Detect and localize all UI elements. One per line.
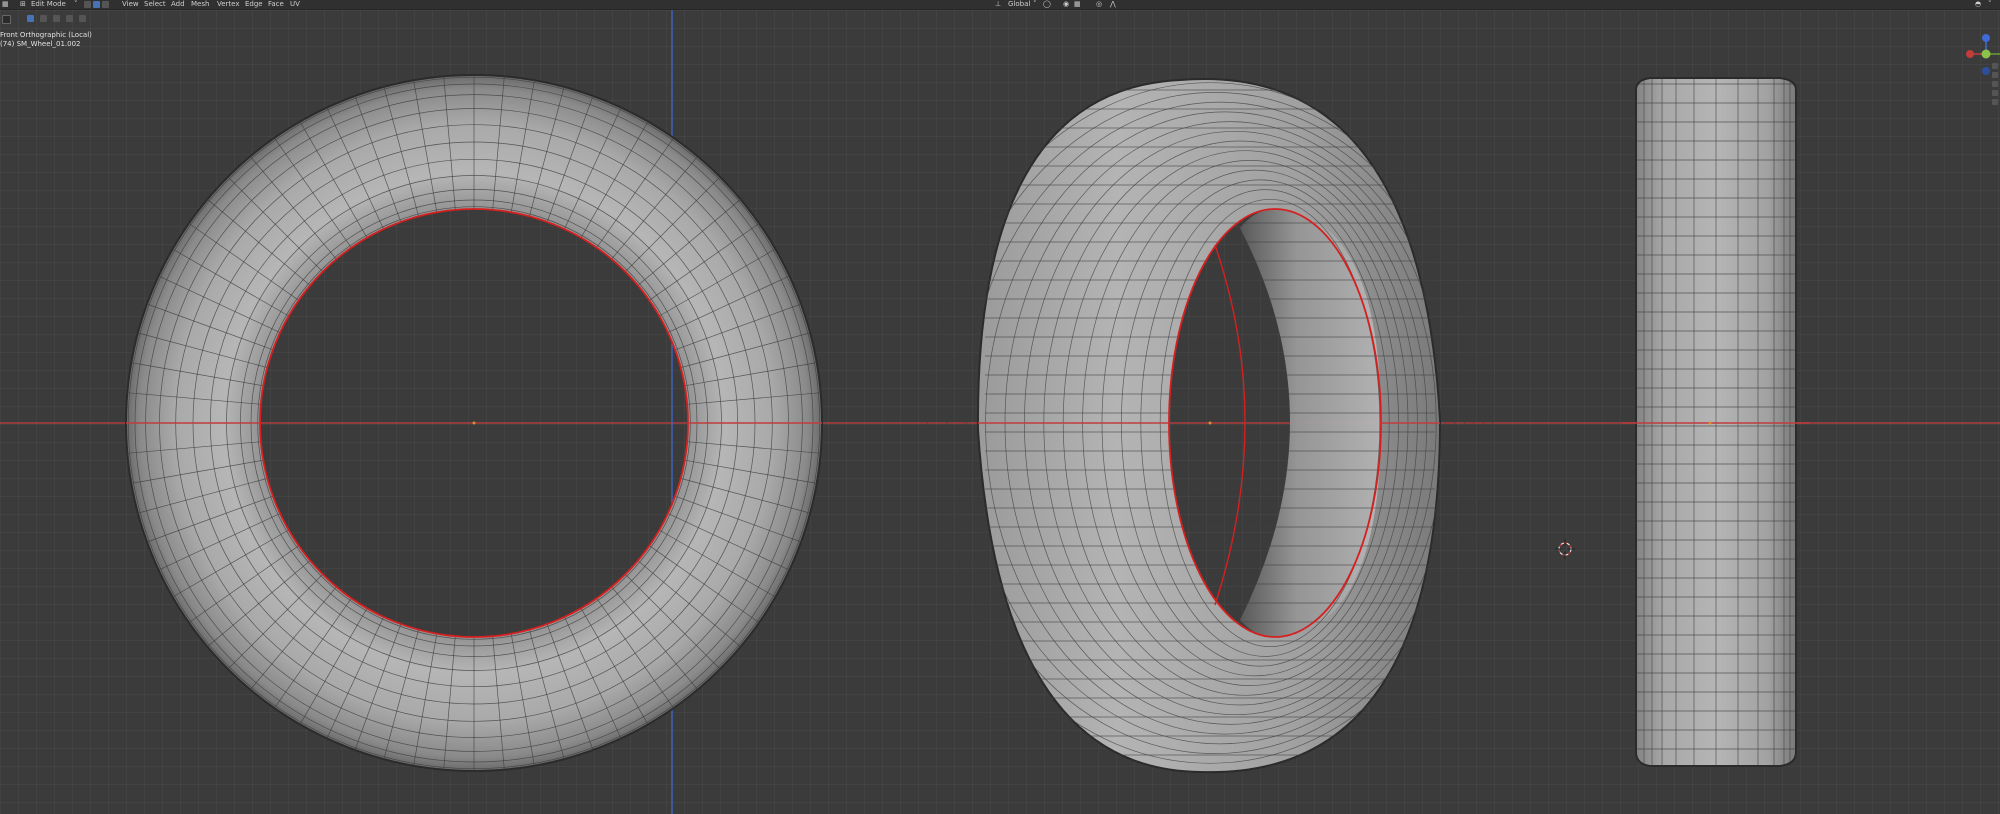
mode-select-icon: ⊞ [20, 0, 26, 8]
torus-perspective-view[interactable] [927, 77, 1493, 774]
overlay-icon[interactable]: ◓ [1975, 0, 1981, 9]
snap-target-icon[interactable]: ▦ [1074, 0, 1081, 9]
camera-view-icon[interactable] [1992, 81, 1998, 87]
pan-icon[interactable] [1992, 72, 1998, 78]
menu-add[interactable]: Add [171, 0, 185, 9]
editor-type-icon[interactable]: ▦ [2, 0, 9, 9]
select-invert-icon[interactable] [66, 15, 74, 22]
perspective-toggle-icon[interactable] [1992, 90, 1998, 96]
torus-front-view[interactable] [125, 74, 823, 772]
pivot-icon[interactable]: ◯ [1043, 0, 1051, 9]
zoom-icon[interactable] [1992, 63, 1998, 69]
menu-mesh[interactable]: Mesh [191, 0, 209, 9]
select-intersect-icon[interactable] [79, 15, 87, 22]
tire-side-view[interactable] [1622, 70, 1810, 770]
menu-vertex[interactable]: Vertex [217, 0, 240, 9]
menu-select[interactable]: Select [144, 0, 166, 9]
orientation-dropdown[interactable]: Global [1008, 0, 1030, 9]
select-subtract-icon[interactable] [53, 15, 61, 22]
shading-icon[interactable]: ˅ [1988, 0, 1992, 9]
chevron-down-icon[interactable]: ˅ [1033, 0, 1037, 9]
viewport-info: Front Orthographic (Local) (74) SM_Wheel… [0, 31, 92, 49]
mode-dropdown[interactable]: Edit Mode [31, 0, 66, 9]
viewport-header: ▦ ⊞ Edit Mode ˅ View Select Add Mesh Ver… [0, 0, 2000, 10]
3d-cursor-icon[interactable] [1555, 539, 1575, 559]
vertex-select-icon[interactable] [84, 0, 91, 9]
falloff-icon[interactable]: ⋀ [1110, 0, 1116, 9]
scene-canvas[interactable] [0, 0, 2000, 814]
snap-icon[interactable]: ◉ [1063, 0, 1069, 9]
view-navigation-buttons [1992, 60, 2000, 140]
cursor-icon[interactable] [2, 15, 11, 24]
select-extend-icon[interactable] [40, 15, 48, 22]
chevron-down-icon[interactable]: ˅ [74, 0, 78, 9]
object-info: (74) SM_Wheel_01.002 [0, 40, 81, 48]
edge-select-icon[interactable] [93, 0, 100, 9]
menu-uv[interactable]: UV [290, 0, 300, 9]
menu-edge[interactable]: Edge [245, 0, 263, 9]
select-mode-toolbar [0, 14, 87, 24]
menu-face[interactable]: Face [268, 0, 284, 9]
persp-origin-dot [1208, 421, 1212, 425]
transform-orientation-icon: ⊥ [995, 0, 1002, 8]
select-box-icon[interactable] [27, 15, 35, 22]
menu-view[interactable]: View [122, 0, 139, 9]
3d-viewport[interactable]: ▦ ⊞ Edit Mode ˅ View Select Add Mesh Ver… [0, 0, 2000, 814]
proportional-edit-icon[interactable]: ◎ [1096, 0, 1102, 9]
view-name: Front Orthographic (Local) [0, 31, 92, 39]
front-origin-dot [472, 421, 476, 425]
face-select-icon[interactable] [102, 0, 109, 9]
grid-icon[interactable] [1992, 99, 1998, 105]
